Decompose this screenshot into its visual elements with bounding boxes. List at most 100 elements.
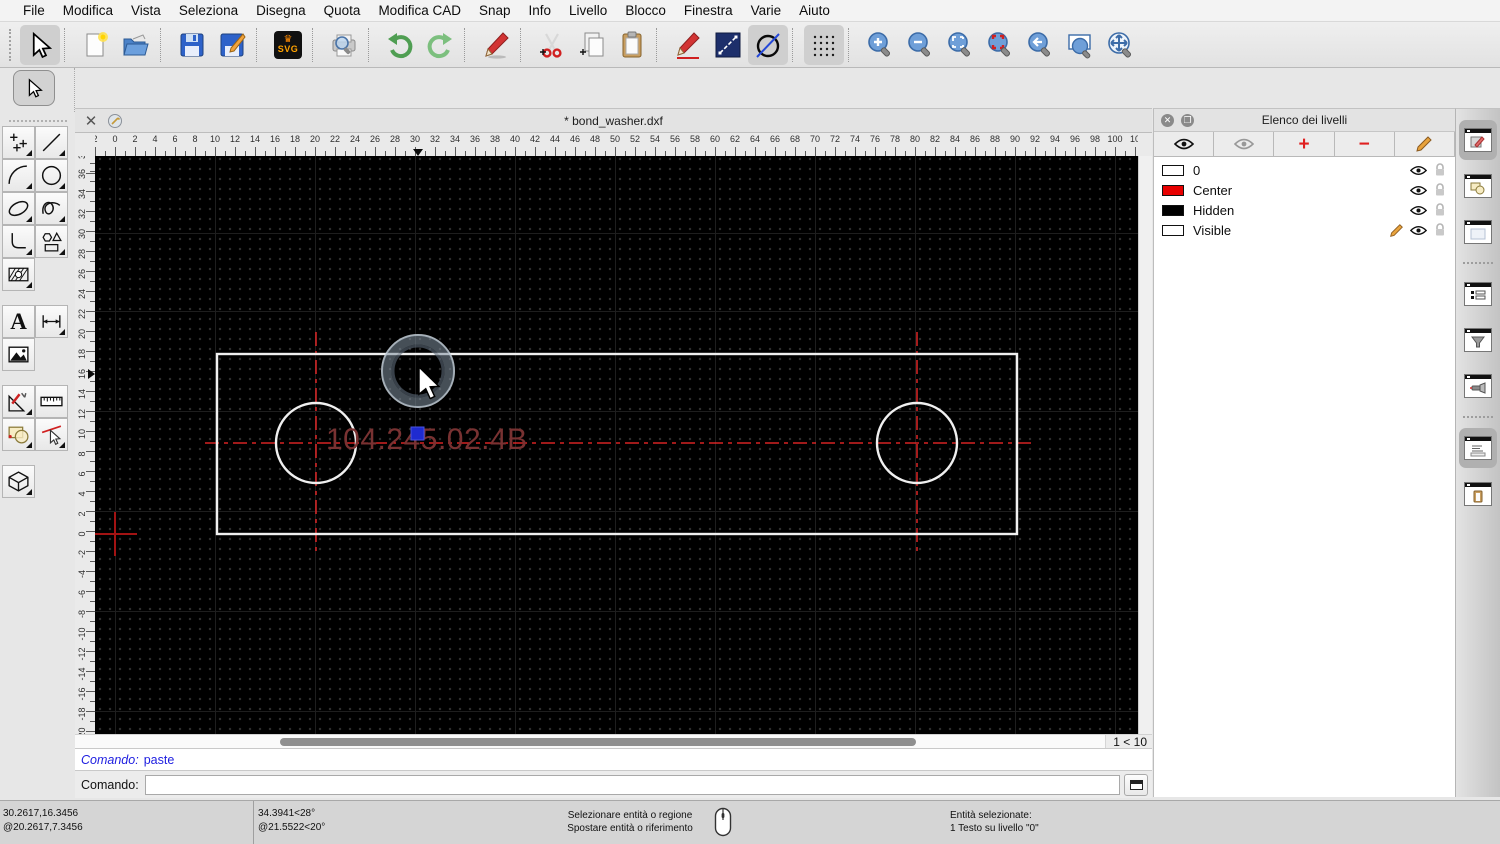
layer-edit-pencil-icon[interactable] <box>1387 223 1405 238</box>
library-dock-button[interactable] <box>1459 212 1497 252</box>
show-all-layers-button[interactable] <box>1154 132 1215 156</box>
block-tool-button[interactable] <box>2 418 35 451</box>
palette-pointer-button[interactable] <box>13 70 55 106</box>
new-file-button[interactable] <box>76 25 116 65</box>
erase-icon <box>485 31 509 59</box>
open-file-button[interactable] <box>116 25 156 65</box>
paste-button[interactable] <box>612 25 652 65</box>
menu-item[interactable]: File <box>14 3 54 18</box>
menu-item[interactable]: Info <box>520 3 561 18</box>
blocks-dock-button[interactable] <box>1459 166 1497 206</box>
layer-visibility-icon[interactable] <box>1409 185 1427 196</box>
polyline-tool-button[interactable] <box>2 225 35 258</box>
h-ruler-label: 10 <box>1129 134 1138 144</box>
modify-tool-button[interactable] <box>2 385 35 418</box>
clipboard-dock-icon <box>1464 482 1492 506</box>
circle-tool-button[interactable] <box>35 159 68 192</box>
zoom-viewport-button[interactable] <box>1060 25 1100 65</box>
redo-button[interactable] <box>420 25 460 65</box>
svg-export-button[interactable]: ♛ SVG <box>268 25 308 65</box>
measure-tool-button[interactable] <box>35 385 68 418</box>
drawing-canvas[interactable]: 104.245.02.4B <box>95 156 1138 734</box>
layer-visibility-icon[interactable] <box>1409 165 1427 176</box>
clipboard-dock-button[interactable] <box>1459 474 1497 514</box>
scrollbar-thumb[interactable] <box>280 738 916 746</box>
save-as-button[interactable] <box>212 25 252 65</box>
horizontal-scrollbar[interactable] <box>75 735 1106 748</box>
points-tool-button[interactable] <box>2 126 35 159</box>
hide-all-layers-button[interactable] <box>1214 132 1275 156</box>
line-tool-button[interactable] <box>35 126 68 159</box>
toolbar-drag-handle[interactable] <box>9 28 17 61</box>
undo-button[interactable] <box>380 25 420 65</box>
layer-lock-icon[interactable] <box>1431 183 1449 197</box>
menu-item[interactable]: Finestra <box>675 3 742 18</box>
toolbar-separator <box>792 27 800 62</box>
statusbar-divider <box>253 801 254 844</box>
pan-button[interactable] <box>1100 25 1140 65</box>
remove-layer-button[interactable]: − <box>1335 132 1395 156</box>
draw-pencil-button[interactable] <box>668 25 708 65</box>
layers-dock-button[interactable] <box>1459 120 1497 160</box>
zoom-auto-button[interactable] <box>940 25 980 65</box>
cut-icon <box>540 32 562 58</box>
layer-lock-icon[interactable] <box>1431 203 1449 217</box>
ellipse-tool-button[interactable] <box>2 192 35 225</box>
shapes-tool-button[interactable] <box>35 225 68 258</box>
menu-item[interactable]: Modifica <box>54 3 122 18</box>
layer-visibility-icon[interactable] <box>1409 225 1427 236</box>
menu-item[interactable]: Disegna <box>247 3 315 18</box>
layer-lock-icon[interactable] <box>1431 163 1449 177</box>
grid-toggle-button[interactable] <box>804 24 844 65</box>
menu-item[interactable]: Seleziona <box>170 3 247 18</box>
print-preview-button[interactable] <box>324 25 364 65</box>
spline-tool-button[interactable] <box>35 192 68 225</box>
filter-dock-button[interactable] <box>1459 320 1497 360</box>
line-tool-button[interactable] <box>708 25 748 65</box>
add-layer-button[interactable]: + <box>1274 132 1335 156</box>
copy-button[interactable] <box>572 25 612 65</box>
blocks-dock-icon <box>1464 174 1492 198</box>
menu-item[interactable]: Varie <box>742 3 791 18</box>
vertical-scrollbar[interactable] <box>1138 156 1152 734</box>
erase-button[interactable] <box>476 25 516 65</box>
layer-row[interactable]: 0 <box>1154 160 1455 180</box>
menu-item[interactable]: Snap <box>470 3 520 18</box>
hatch-tool-button[interactable] <box>2 258 35 291</box>
menu-item[interactable]: Livello <box>560 3 616 18</box>
zoom-window-button[interactable] <box>980 25 1020 65</box>
layer-row[interactable]: Center <box>1154 180 1455 200</box>
command-options-button[interactable] <box>1124 773 1148 796</box>
zoom-previous-button[interactable] <box>1020 25 1060 65</box>
menu-item[interactable]: Aiuto <box>790 3 839 18</box>
save-button[interactable] <box>172 25 212 65</box>
palette-drag-handle[interactable] <box>8 120 67 122</box>
solid-3d-tool-button[interactable] <box>2 465 35 498</box>
menu-item[interactable]: Blocco <box>616 3 675 18</box>
select-line-tool-button[interactable] <box>35 418 68 451</box>
zoom-in-button[interactable] <box>860 25 900 65</box>
inspector-dock-button[interactable] <box>1459 366 1497 406</box>
v-ruler-label: -12 <box>77 647 87 661</box>
pointer-tool-button[interactable] <box>20 24 60 65</box>
cut-button[interactable] <box>532 25 572 65</box>
menu-item[interactable]: Modifica CAD <box>369 3 470 18</box>
layer-row[interactable]: Visible <box>1154 220 1455 240</box>
entity-list-dock-button[interactable] <box>1459 274 1497 314</box>
menu-item[interactable]: Vista <box>122 3 170 18</box>
menu-item[interactable]: Quota <box>315 3 370 18</box>
dimension-tool-button[interactable] <box>35 305 68 338</box>
command-dock-button[interactable] <box>1459 428 1497 468</box>
command-input[interactable] <box>144 774 1120 795</box>
image-tool-button[interactable] <box>2 338 35 371</box>
layer-lock-icon[interactable] <box>1431 223 1449 237</box>
h-ruler-label: 90 <box>1009 134 1021 144</box>
circle-construction-button[interactable] <box>748 24 788 65</box>
arc-tool-button[interactable] <box>2 159 35 192</box>
zoom-out-button[interactable] <box>900 25 940 65</box>
edit-layer-button[interactable] <box>1395 132 1456 156</box>
layer-visibility-icon[interactable] <box>1409 205 1427 216</box>
window-icon <box>1129 779 1143 790</box>
text-tool-button[interactable]: A <box>2 305 35 338</box>
layer-row[interactable]: Hidden <box>1154 200 1455 220</box>
